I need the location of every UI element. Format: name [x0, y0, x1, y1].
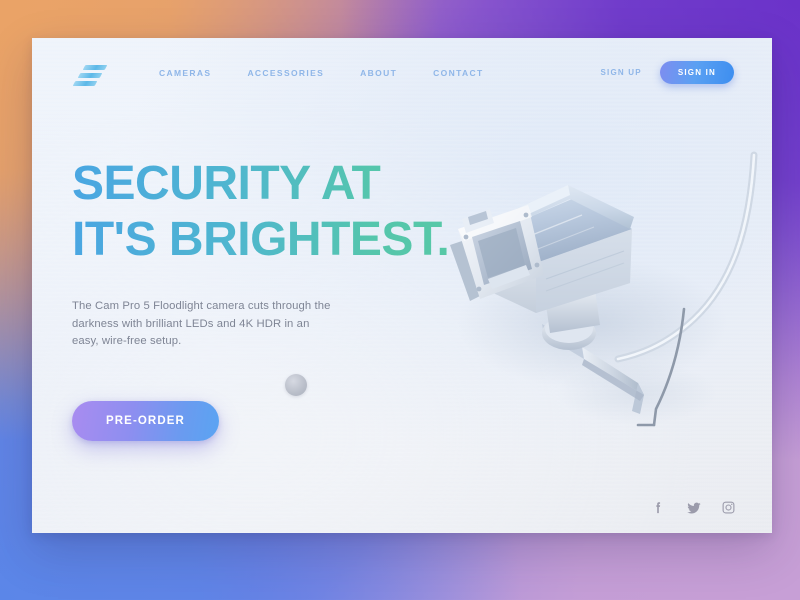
social-links: [651, 500, 736, 515]
nav-link-cameras[interactable]: CAMERAS: [159, 68, 211, 78]
nav-link-accessories[interactable]: ACCESSORIES: [247, 68, 324, 78]
logo-bar-top: [82, 65, 108, 70]
hero-description: The Cam Pro 5 Floodlight camera cuts thr…: [72, 300, 331, 347]
nav-link-contact[interactable]: CONTACT: [433, 68, 483, 78]
page-title-line-1: SECURITY AT: [72, 156, 492, 212]
instagram-icon[interactable]: [721, 500, 736, 515]
nav-link-about[interactable]: ABOUT: [360, 68, 397, 78]
page-backdrop: CAMERAS ACCESSORIES ABOUT CONTACT SIGN U…: [0, 0, 800, 600]
auth-actions: SIGN UP SIGN IN: [601, 61, 734, 84]
logo-bar-middle: [77, 73, 103, 78]
main-navigation: CAMERAS ACCESSORIES ABOUT CONTACT: [159, 68, 484, 78]
stacked-bars-logo[interactable]: [72, 63, 108, 91]
site-header: CAMERAS ACCESSORIES ABOUT CONTACT SIGN U…: [32, 38, 772, 114]
landing-page-card: CAMERAS ACCESSORIES ABOUT CONTACT SIGN U…: [32, 38, 772, 533]
hero-section: SECURITY AT IT'S BRIGHTEST. The Cam Pro …: [72, 156, 492, 441]
decorative-dot: [285, 374, 307, 396]
twitter-icon[interactable]: [686, 500, 701, 515]
pre-order-button[interactable]: PRE-ORDER: [72, 400, 219, 441]
sign-in-button[interactable]: SIGN IN: [659, 61, 734, 84]
facebook-icon[interactable]: [651, 500, 666, 515]
page-title-line-2: IT'S BRIGHTEST.: [72, 212, 492, 268]
logo-bar-bottom: [72, 81, 98, 86]
sign-up-link[interactable]: SIGN UP: [601, 68, 642, 77]
